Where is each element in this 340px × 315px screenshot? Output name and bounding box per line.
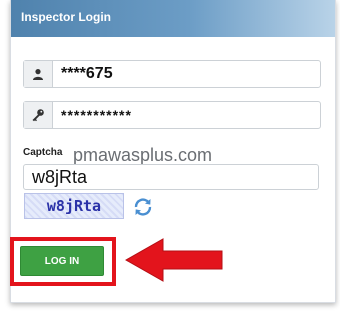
user-icon bbox=[24, 61, 53, 87]
refresh-icon[interactable] bbox=[132, 196, 154, 218]
captcha-label: Captcha bbox=[23, 147, 63, 158]
panel-header: Inspector Login bbox=[11, 0, 335, 37]
captcha-image: w8jRta bbox=[24, 193, 124, 219]
key-icon bbox=[24, 102, 53, 128]
username-field[interactable]: ****675 bbox=[23, 60, 321, 88]
login-button[interactable]: LOG IN bbox=[20, 246, 104, 276]
watermark: pmawasplus.com bbox=[73, 145, 213, 165]
left-arrow-icon bbox=[125, 238, 223, 282]
password-value[interactable]: *********** bbox=[53, 102, 320, 128]
captcha-input[interactable]: w8jRta bbox=[23, 164, 319, 190]
password-field[interactable]: *********** bbox=[23, 101, 321, 129]
username-value[interactable]: ****675 bbox=[53, 61, 320, 87]
panel-title: Inspector Login bbox=[21, 10, 111, 24]
